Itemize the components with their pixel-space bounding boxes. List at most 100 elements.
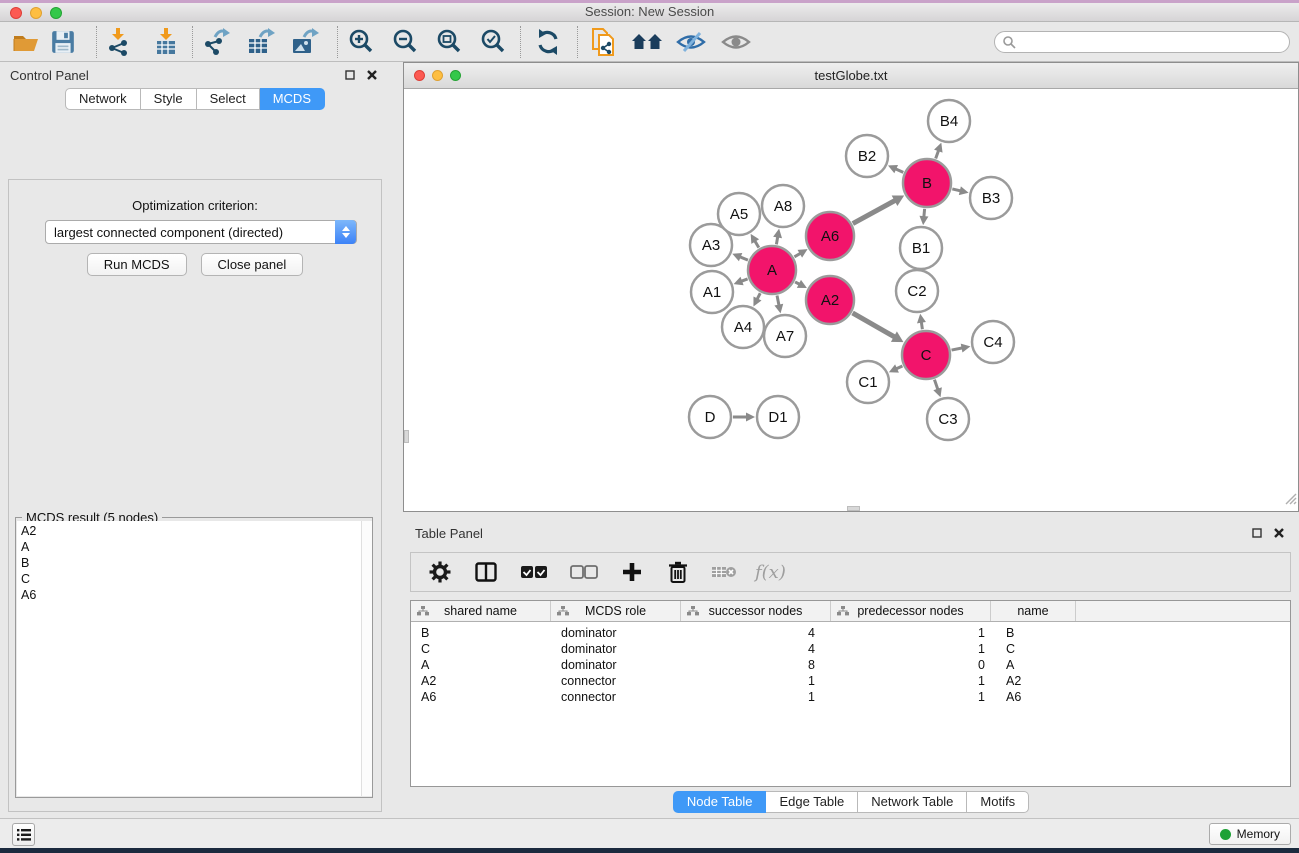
tab-style[interactable]: Style [141,88,197,110]
save-session-icon[interactable] [46,26,80,58]
edge-A-A8[interactable] [776,237,777,245]
select-all-checked-icon[interactable] [517,557,551,587]
column-header-shared-name[interactable]: shared name [411,601,551,621]
tab-node-table[interactable]: Node Table [673,791,767,813]
tab-motifs[interactable]: Motifs [967,791,1029,813]
edge-A-A3[interactable] [740,257,748,260]
import-network-icon[interactable] [101,26,135,58]
zoom-in-icon[interactable] [344,26,378,58]
task-history-list-icon[interactable] [12,823,35,846]
column-header-MCDS-role[interactable]: MCDS role [551,601,681,621]
memory-button[interactable]: Memory [1209,823,1291,845]
graph-node-A8[interactable]: A8 [762,185,804,227]
network-canvas[interactable]: AA1A2A3A4A5A6A7A8BB1B2B3B4CC1C2C3C4DD1 [404,89,1298,511]
column-header-successor-nodes[interactable]: successor nodes [681,601,831,621]
hide-selected-eye-slash-icon[interactable] [674,26,708,58]
zoom-network-window-button[interactable] [450,70,461,81]
export-image-icon[interactable] [288,26,322,58]
close-network-window-button[interactable] [414,70,425,81]
close-window-button[interactable] [10,7,22,19]
tab-network[interactable]: Network [65,88,141,110]
export-network-icon[interactable] [200,26,234,58]
minimize-network-window-button[interactable] [432,70,443,81]
open-file-icon[interactable] [10,26,44,58]
graph-node-C4[interactable]: C4 [972,321,1014,363]
zoom-selected-icon[interactable] [476,26,510,58]
export-table-icon[interactable] [244,26,278,58]
tab-select[interactable]: Select [197,88,260,110]
graph-node-D1[interactable]: D1 [757,396,799,438]
delete-table-icon[interactable] [709,557,739,587]
search-field[interactable] [994,31,1290,53]
graph-node-B1[interactable]: B1 [900,227,942,269]
zoom-window-button[interactable] [50,7,62,19]
delete-column-trash-icon[interactable] [663,557,693,587]
graph-node-A6[interactable]: A6 [806,212,854,260]
first-neighbors-icon[interactable] [630,26,664,58]
graph-node-C2[interactable]: C2 [896,270,938,312]
tab-network-table[interactable]: Network Table [858,791,967,813]
result-item[interactable]: C [17,571,371,587]
table-row[interactable]: A6connector11A6 [411,689,1290,705]
edge-A-A7[interactable] [777,296,779,306]
edge-B-B1[interactable] [924,209,925,217]
graph-node-A5[interactable]: A5 [718,193,760,235]
run-mcds-button[interactable]: Run MCDS [87,253,187,276]
edge-B-B3[interactable] [952,189,961,191]
column-header-name[interactable]: name [991,601,1076,621]
float-table-panel-icon[interactable] [1249,525,1265,541]
graph-node-C1[interactable]: C1 [847,361,889,403]
edge-B-B2[interactable] [895,169,903,173]
resize-grip-icon[interactable] [1284,492,1297,510]
result-item[interactable]: A [17,539,371,555]
zoom-out-icon[interactable] [388,26,422,58]
table-options-gear-icon[interactable] [425,557,455,587]
graph-node-B4[interactable]: B4 [928,100,970,142]
edge-A-A1[interactable] [741,279,747,281]
edge-A-A5[interactable] [755,241,759,248]
import-table-icon[interactable] [149,26,183,58]
edge-C-C4[interactable] [952,348,963,350]
minimize-window-button[interactable] [30,7,42,19]
network-window-titlebar[interactable]: testGlobe.txt [404,63,1298,89]
graph-node-A7[interactable]: A7 [764,315,806,357]
edge-A2-C[interactable] [853,313,895,337]
edge-B-B4[interactable] [936,150,939,158]
vertical-scroll-indicator[interactable] [404,430,409,443]
table-row[interactable]: Cdominator41C [411,641,1290,657]
graph-node-B2[interactable]: B2 [846,135,888,177]
graph-node-B3[interactable]: B3 [970,177,1012,219]
mcds-result-list[interactable]: A2ABCA6 [17,521,371,796]
graph-node-A4[interactable]: A4 [722,306,764,348]
optimization-criterion-select[interactable]: largest connected component (directed) [45,220,357,244]
show-all-eye-icon[interactable] [719,26,753,58]
edge-A-A6[interactable] [794,253,800,257]
edge-A6-B[interactable] [853,200,896,223]
close-panel-icon[interactable] [364,67,380,83]
tab-edge-table[interactable]: Edge Table [766,791,858,813]
result-item[interactable]: A6 [17,587,371,603]
float-panel-icon[interactable] [342,67,358,83]
apply-function-fx-icon[interactable]: f(x) [755,562,786,583]
edge-C-C2[interactable] [921,322,922,330]
node-table[interactable]: shared nameMCDS rolesuccessor nodesprede… [410,600,1291,787]
tab-mcds[interactable]: MCDS [260,88,325,110]
horizontal-scroll-indicator[interactable] [847,506,860,511]
close-table-panel-icon[interactable] [1271,525,1287,541]
graph-node-D[interactable]: D [689,396,731,438]
deselect-all-icon[interactable] [567,557,601,587]
table-row[interactable]: A2connector11A2 [411,673,1290,689]
table-row[interactable]: Adominator80A [411,657,1290,673]
graph-node-A1[interactable]: A1 [691,271,733,313]
clone-network-icon[interactable] [587,26,621,58]
column-header-predecessor-nodes[interactable]: predecessor nodes [831,601,991,621]
result-item[interactable]: A2 [17,523,371,539]
search-input[interactable] [1016,33,1289,51]
edge-A-A4[interactable] [757,293,760,299]
split-view-icon[interactable] [471,557,501,587]
close-panel-button[interactable]: Close panel [201,253,304,276]
result-scrollbar[interactable] [361,521,372,796]
graph-node-A[interactable]: A [748,246,796,294]
graph-node-B[interactable]: B [903,159,951,207]
graph-node-C[interactable]: C [902,331,950,379]
